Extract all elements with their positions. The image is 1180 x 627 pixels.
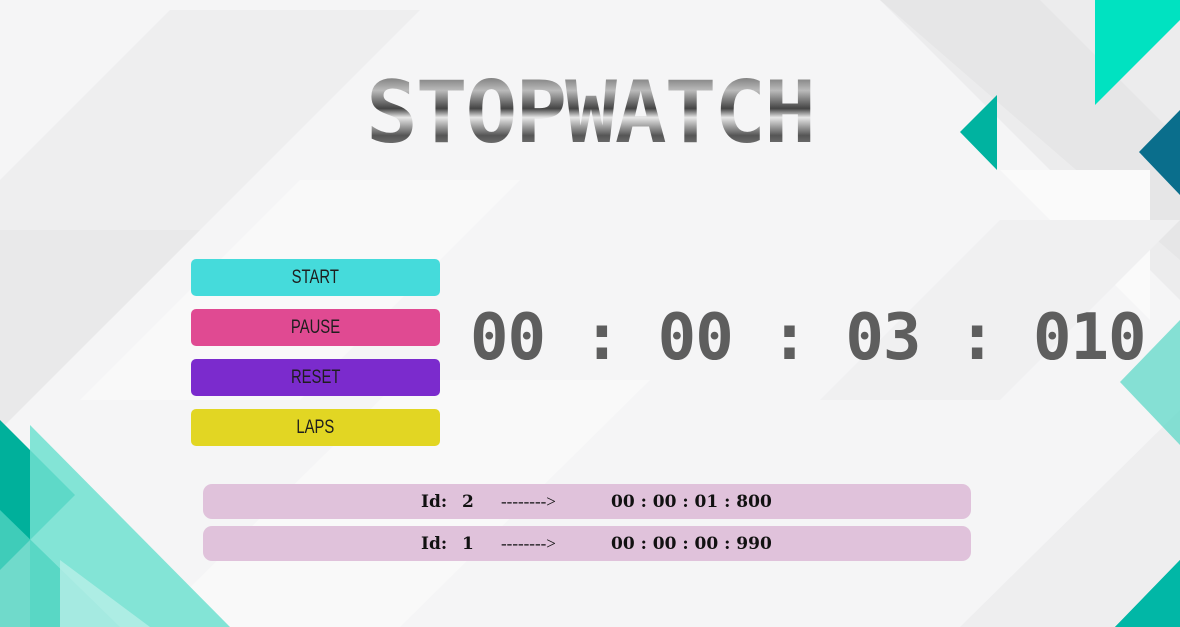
pause-button[interactable]: PAUSE <box>191 309 440 346</box>
lap-id-value: 2 <box>462 492 474 512</box>
lap-id-value: 1 <box>462 534 474 554</box>
pause-button-label: PAUSE <box>290 316 341 338</box>
lap-time: 00 : 00 : 00 : 990 <box>611 534 772 554</box>
start-button-label: START <box>291 266 340 288</box>
lap-arrow: --------> <box>501 492 556 511</box>
lap-row: Id: 2 --------> 00 : 00 : 01 : 800 <box>203 484 971 519</box>
lap-id-label: Id: <box>421 534 448 554</box>
timer-display: 00 : 00 : 03 : 010 <box>470 301 1147 375</box>
laps-button-label: LAPS <box>296 416 335 438</box>
reset-button-label: RESET <box>290 366 341 388</box>
laps-button[interactable]: LAPS <box>191 409 440 446</box>
lap-arrow: --------> <box>501 534 556 553</box>
lap-row: Id: 1 --------> 00 : 00 : 00 : 990 <box>203 526 971 561</box>
app-title: STOPWATCH <box>300 68 880 158</box>
start-button[interactable]: START <box>191 259 440 296</box>
reset-button[interactable]: RESET <box>191 359 440 396</box>
lap-time: 00 : 00 : 01 : 800 <box>611 492 772 512</box>
lap-id-label: Id: <box>421 492 448 512</box>
